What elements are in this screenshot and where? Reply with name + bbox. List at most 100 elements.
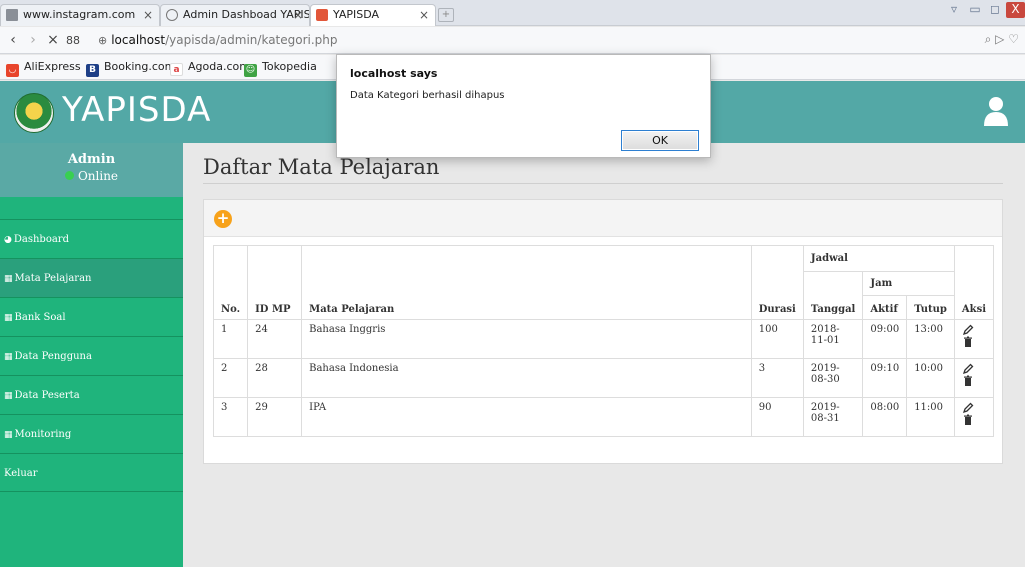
globe-icon: ⊕ — [98, 34, 108, 47]
ok-button[interactable]: OK — [621, 130, 699, 151]
close-tab-icon[interactable]: × — [143, 5, 153, 25]
col-aktif: Aktif — [862, 295, 908, 320]
send-icon[interactable]: ▷ — [995, 32, 1004, 46]
subject-panel: + No. ID MP Mata Pelajaran Durasi Jadwal… — [203, 199, 1003, 464]
table-icon: ▦ — [4, 274, 13, 284]
address-bar-row: ‹ › × 88 ⊕ localhost/yapisda/admin/katego… — [0, 27, 1025, 54]
bookmark-agoda[interactable]: a Agoda.com — [170, 60, 250, 76]
cell-id: 29 — [247, 397, 303, 437]
sidebar-item-bank-soal[interactable]: ▦ Bank Soal — [0, 297, 183, 336]
stop-button[interactable]: × — [44, 32, 62, 48]
trash-icon[interactable] — [962, 414, 974, 426]
col-jadwal: Jadwal — [802, 245, 955, 272]
sidebar-item-label: Bank Soal — [14, 312, 66, 323]
sidebar-item-data-peserta[interactable]: ▦ Data Peserta — [0, 375, 183, 414]
col-tutup: Tutup — [906, 295, 955, 320]
edit-icon[interactable] — [962, 324, 974, 336]
admin-name: Admin — [67, 152, 116, 167]
online-status: Online — [0, 169, 183, 183]
table-row: 3 29 IPA 90 2019-08-31 08:00 11:00 — [212, 397, 995, 437]
subject-table: No. ID MP Mata Pelajaran Durasi Jadwal A… — [212, 245, 995, 437]
table-icon: ▦ — [4, 313, 13, 323]
tab-label: YAPISDA — [333, 8, 380, 21]
user-icon[interactable] — [983, 96, 1009, 126]
bookmark-label: Agoda.com — [188, 60, 250, 73]
sidebar-item-label: Dashboard — [13, 234, 69, 245]
cell-aktif: 09:00 — [862, 319, 908, 359]
url-path: /yapisda/admin/kategori.php — [165, 33, 338, 47]
status-dot-icon — [64, 171, 74, 180]
tab-label: www.instagram.com — [23, 8, 136, 21]
add-subject-button[interactable]: + — [214, 210, 232, 228]
cell-no: 2 — [212, 358, 249, 398]
bookmark-label: Tokopedia — [262, 60, 317, 73]
bookmark-tokopedia[interactable]: ☺ Tokopedia — [244, 60, 317, 77]
panel-header: + — [204, 200, 1002, 237]
back-button[interactable]: ‹ — [4, 32, 22, 48]
dialog-message: Data Kategori berhasil dihapus — [350, 90, 505, 101]
address-bar-actions: ⌕ ▷ ♡ — [985, 32, 1019, 47]
page-icon — [6, 9, 18, 21]
sidebar-item-dashboard[interactable]: ◕ Dashboard — [0, 219, 183, 258]
bookmark-label: Booking.com — [104, 60, 176, 73]
trash-icon[interactable] — [962, 375, 974, 387]
cell-tutup: 11:00 — [906, 397, 955, 437]
window-menu-icon[interactable]: ▿ — [945, 2, 963, 18]
table-row: 1 24 Bahasa Inggris 100 2018-11-01 09:00… — [212, 319, 995, 359]
status-label: Online — [77, 169, 119, 183]
table-icon: ▦ — [4, 352, 13, 362]
edit-icon[interactable] — [962, 402, 974, 414]
tokopedia-icon: ☺ — [244, 64, 257, 77]
sidebar-item-data-pengguna[interactable]: ▦ Data Pengguna — [0, 336, 183, 375]
cell-durasi: 3 — [750, 358, 804, 398]
alert-dialog: localhost says Data Kategori berhasil di… — [336, 54, 711, 158]
tab-admin-dashboard[interactable]: Admin Dashboad YAPISD/ × — [160, 4, 310, 26]
cell-aksi — [953, 358, 995, 398]
url-input[interactable]: ⊕ localhost/yapisda/admin/kategori.php — [98, 30, 1018, 50]
bookmark-label: AliExpress — [24, 60, 81, 73]
cell-mapel: Bahasa Indonesia — [301, 358, 752, 398]
sidebar: Admin Online ◕ Dashboard ▦ Mata Pelajaran … — [0, 143, 183, 567]
forward-button[interactable]: › — [24, 32, 42, 48]
close-tab-icon[interactable]: × — [293, 5, 303, 25]
yapisda-logo — [14, 93, 54, 133]
close-window-button[interactable]: X — [1006, 2, 1025, 18]
browser-tab-bar: www.instagram.com × Admin Dashboad YAPIS… — [0, 0, 1025, 26]
aliexpress-icon: ◡ — [6, 64, 19, 77]
sidebar-item-label: Monitoring — [14, 429, 72, 440]
sidebar-item-keluar[interactable]: Keluar — [0, 453, 183, 492]
cell-no: 3 — [212, 397, 249, 437]
page-title: Daftar Mata Pelajaran — [203, 155, 440, 179]
bookmark-aliexpress[interactable]: ◡ AliExpress — [6, 60, 81, 77]
col-mata-pelajaran: Mata Pelajaran — [301, 245, 752, 320]
trash-icon[interactable] — [962, 336, 974, 348]
sidebar-item-label: Mata Pelajaran — [14, 273, 92, 284]
cell-id: 24 — [247, 319, 303, 359]
col-no: No. — [212, 245, 249, 320]
cell-aksi — [953, 397, 995, 437]
cell-no: 1 — [212, 319, 249, 359]
sidebar-item-mata-pelajaran[interactable]: ▦ Mata Pelajaran — [0, 258, 183, 297]
url-host: localhost — [111, 33, 166, 47]
col-tanggal: Tanggal — [802, 271, 864, 320]
tab-yapisda[interactable]: YAPISDA × — [310, 4, 436, 26]
dialog-title: localhost says — [350, 67, 438, 80]
cell-tanggal: 2019-08-30 — [802, 358, 864, 398]
new-tab-button[interactable]: + — [438, 8, 454, 22]
col-jam: Jam — [862, 271, 955, 296]
bookmark-booking[interactable]: B Booking.com — [86, 60, 175, 77]
heart-icon[interactable]: ♡ — [1008, 32, 1019, 46]
sidebar-item-label: Keluar — [4, 468, 38, 479]
tab-instagram[interactable]: www.instagram.com × — [0, 4, 160, 26]
search-icon[interactable]: ⌕ — [985, 32, 992, 46]
close-tab-icon[interactable]: × — [419, 5, 429, 25]
sidebar-item-monitoring[interactable]: ▦ Monitoring — [0, 414, 183, 453]
booking-icon: B — [86, 64, 99, 77]
maximize-button[interactable]: ◻ — [986, 2, 1004, 18]
loading-icon — [166, 9, 178, 21]
col-durasi: Durasi — [750, 245, 804, 320]
cell-aktif: 09:10 — [862, 358, 908, 398]
edit-icon[interactable] — [962, 363, 974, 375]
minimize-button[interactable]: ▭ — [966, 2, 984, 18]
apps-button[interactable]: 88 — [64, 34, 82, 47]
